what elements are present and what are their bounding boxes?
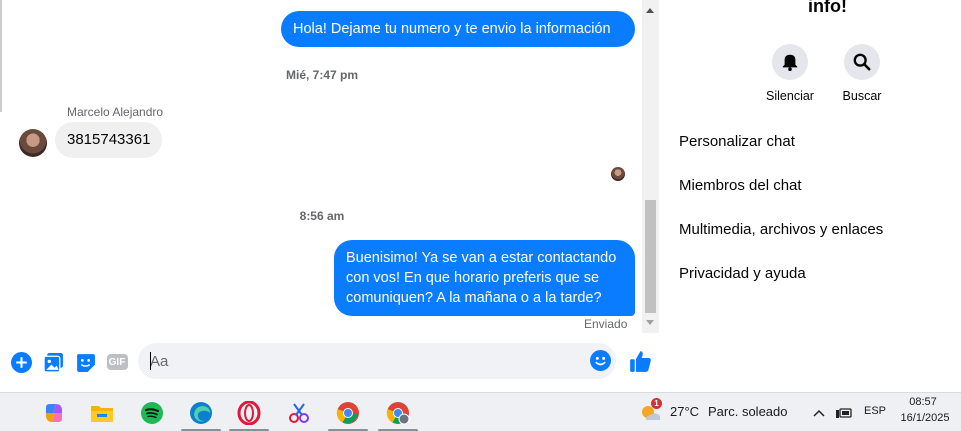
text-caret bbox=[150, 352, 151, 370]
chat-pane: Hola! Dejame tu numero y te envio la inf… bbox=[0, 0, 662, 392]
menu-chat-members[interactable]: Miembros del chat bbox=[679, 177, 802, 194]
weather-icon[interactable]: 1 bbox=[638, 398, 662, 426]
clock-date[interactable]: 16/1/2025 bbox=[896, 412, 954, 424]
message-text: Hola! Dejame tu numero y te envio la inf… bbox=[293, 21, 611, 37]
chrome-profile-icon[interactable] bbox=[385, 400, 411, 426]
search-icon bbox=[844, 44, 880, 80]
copilot-icon[interactable] bbox=[41, 400, 67, 426]
gif-icon[interactable]: GIF bbox=[106, 351, 128, 373]
sticker-icon[interactable] bbox=[74, 351, 96, 373]
chat-scrollbar[interactable] bbox=[642, 0, 659, 333]
network-battery-icon[interactable] bbox=[834, 400, 854, 426]
weather-description[interactable]: Parc. soleado bbox=[708, 404, 788, 419]
incoming-message[interactable]: 3815743361 bbox=[55, 122, 163, 158]
scroll-thumb[interactable] bbox=[645, 200, 656, 313]
message-list[interactable]: Hola! Dejame tu numero y te envio la inf… bbox=[2, 0, 642, 333]
weather-temp[interactable]: 27°C bbox=[670, 404, 699, 419]
outgoing-message[interactable]: Buenisimo! Ya se van a estar contactando… bbox=[334, 240, 635, 316]
scroll-up-arrow-icon[interactable] bbox=[646, 8, 654, 13]
message-text: 3815743361 bbox=[67, 131, 151, 148]
chat-info-pane: info! Silenciar Buscar Personalizar chat… bbox=[662, 0, 961, 392]
screen: Hola! Dejame tu numero y te envio la inf… bbox=[0, 0, 961, 431]
menu-media-files-links[interactable]: Multimedia, archivos y enlaces bbox=[679, 221, 883, 238]
read-receipt-avatar bbox=[611, 167, 625, 181]
weather-badge: 1 bbox=[651, 398, 662, 409]
mute-button[interactable]: Silenciar bbox=[758, 44, 822, 103]
chevron-up-icon[interactable] bbox=[812, 400, 826, 426]
scroll-down-arrow-icon[interactable] bbox=[646, 320, 654, 325]
menu-privacy-help[interactable]: Privacidad y ayuda bbox=[679, 265, 806, 282]
message-text: Buenisimo! Ya se van a estar contactando… bbox=[346, 250, 617, 306]
add-circle-icon[interactable] bbox=[10, 351, 32, 373]
edge-icon[interactable] bbox=[188, 400, 214, 426]
mute-label: Silenciar bbox=[766, 89, 814, 103]
emoji-icon[interactable] bbox=[590, 350, 612, 372]
chrome-icon[interactable] bbox=[335, 400, 361, 426]
message-timestamp: 8:56 am bbox=[299, 209, 345, 223]
search-button[interactable]: Buscar bbox=[830, 44, 894, 103]
avatar[interactable] bbox=[19, 129, 47, 157]
snipping-tool-icon[interactable] bbox=[286, 400, 312, 426]
gif-label: GIF bbox=[106, 354, 128, 370]
info-title: info! bbox=[808, 0, 847, 16]
bell-icon bbox=[772, 44, 808, 80]
spotify-icon[interactable] bbox=[139, 400, 165, 426]
file-explorer-icon[interactable] bbox=[89, 400, 115, 426]
menu-customize-chat[interactable]: Personalizar chat bbox=[679, 133, 795, 150]
message-input-box[interactable] bbox=[138, 343, 616, 379]
clock-time[interactable]: 08:57 bbox=[896, 396, 950, 408]
message-timestamp: Mié, 7:47 pm bbox=[285, 68, 359, 82]
language-indicator[interactable]: ESP bbox=[864, 405, 886, 417]
photo-icon[interactable] bbox=[42, 351, 64, 373]
message-status: Enviado bbox=[584, 317, 628, 331]
sender-name: Marcelo Alejandro bbox=[67, 105, 164, 119]
widgets-icon[interactable] bbox=[0, 400, 10, 426]
like-icon[interactable] bbox=[628, 349, 652, 373]
opera-icon[interactable] bbox=[236, 400, 262, 426]
windows-taskbar: 1 27°C Parc. soleado ESP 08:57 16/1/2025 bbox=[0, 392, 961, 431]
search-label: Buscar bbox=[842, 89, 882, 103]
message-composer: GIF bbox=[0, 336, 662, 386]
message-input[interactable] bbox=[150, 343, 580, 379]
outgoing-message[interactable]: Hola! Dejame tu numero y te envio la inf… bbox=[281, 11, 635, 47]
